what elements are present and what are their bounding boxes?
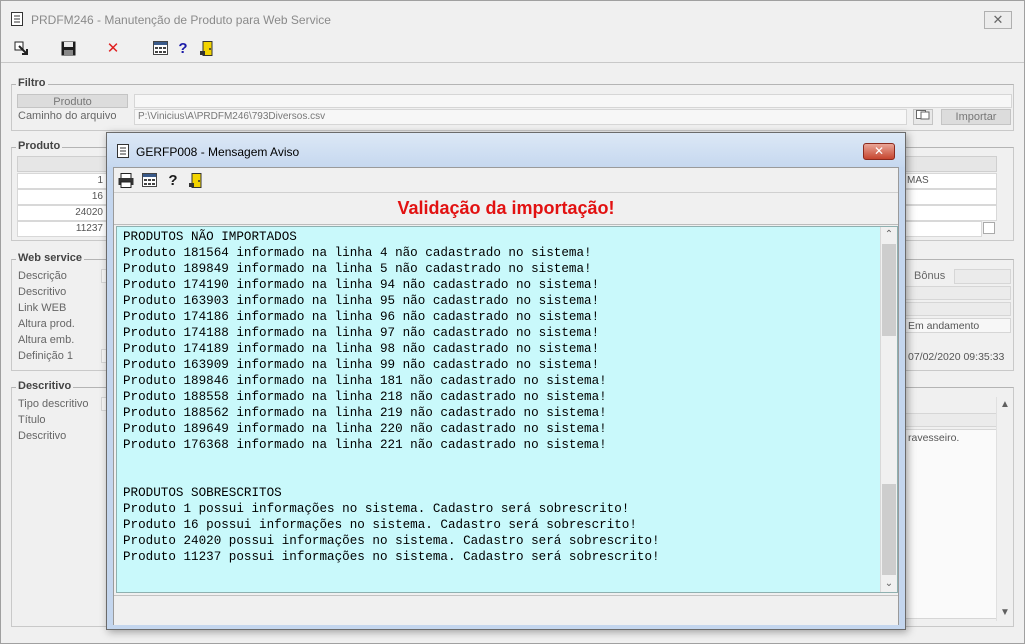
- ws-label-link-web: Link WEB: [18, 302, 67, 314]
- message-line: Produto 189846 informado na linha 181 nã…: [123, 374, 607, 388]
- desc-label-tipo: Tipo descritivo: [18, 398, 89, 410]
- calculator-icon[interactable]: [141, 172, 157, 188]
- main-toolbar: ✕ ?: [1, 34, 1024, 62]
- message-line: Produto 174190 informado na linha 94 não…: [123, 278, 600, 292]
- produto-row-cell[interactable]: 24020: [17, 205, 108, 221]
- help-icon[interactable]: ?: [175, 40, 191, 57]
- message-line: [123, 453, 660, 469]
- ws-field-right-1[interactable]: [904, 286, 1011, 300]
- desc-descritivo-area[interactable]: ravesseiro.: [904, 429, 997, 619]
- ws-label-descritivo: Descritivo: [18, 286, 67, 298]
- ws-status-field[interactable]: Em andamento: [904, 318, 1011, 333]
- dialog-title: GERFP008 - Mensagem Aviso: [136, 145, 300, 159]
- descritivo-scrollbar[interactable]: ▲ ▼: [996, 397, 1013, 621]
- ws-datetime-field: 07/02/2020 09:35:33: [904, 349, 1011, 364]
- exit-arrow-icon[interactable]: [13, 40, 29, 56]
- produto-desc-cell[interactable]: MAS: [904, 173, 997, 189]
- message-line: [123, 469, 660, 485]
- document-icon: [117, 144, 129, 161]
- message-line: Produto 16 possui informações no sistema…: [123, 518, 637, 532]
- ws-label-altura-prod: Altura prod.: [18, 318, 75, 330]
- message-line: Produto 1 possui informações no sistema.…: [123, 502, 630, 516]
- produto-desc-cell-empty[interactable]: [904, 221, 982, 237]
- produto-desc-cell-empty[interactable]: [904, 189, 997, 205]
- dialog-close-button[interactable]: ✕: [863, 143, 895, 160]
- dialog-toolbar: ?: [114, 168, 898, 192]
- save-icon[interactable]: [60, 40, 76, 56]
- main-close-button[interactable]: ✕: [984, 11, 1012, 29]
- bonus-label: Bônus: [914, 270, 946, 282]
- filtro-legend: Filtro: [16, 77, 48, 89]
- caminho-input[interactable]: P:\Vinicius\A\PRDFM246\793Diversos.csv: [134, 109, 907, 125]
- print-icon[interactable]: [118, 172, 134, 188]
- scroll-thumb[interactable]: [882, 244, 896, 336]
- ws-label-altura-emb: Altura emb.: [18, 334, 75, 346]
- caminho-label: Caminho do arquivo: [18, 110, 117, 122]
- message-line: PRODUTOS NÃO IMPORTADOS: [123, 230, 297, 244]
- desc-titulo-field[interactable]: [904, 413, 997, 427]
- scroll-down-arrow-icon[interactable]: ⌄: [881, 576, 897, 592]
- desc-label-titulo: Título: [18, 414, 46, 426]
- message-dialog: GERFP008 - Mensagem Aviso ✕ ? Validação …: [106, 132, 906, 630]
- door-exit-icon[interactable]: [199, 40, 215, 56]
- produto-desc-cell-empty[interactable]: [904, 205, 997, 221]
- message-line: Produto 163903 informado na linha 95 não…: [123, 294, 600, 308]
- message-line: Produto 188558 informado na linha 218 nã…: [123, 390, 607, 404]
- ws-field-right-2[interactable]: [904, 302, 1011, 316]
- dialog-body: ? Validação da importação! PRODUTOS NÃO …: [113, 167, 899, 625]
- produto-checkbox[interactable]: [983, 222, 995, 234]
- descritivo-legend: Descritivo: [16, 380, 74, 392]
- message-line: Produto 24020 possui informações no sist…: [123, 534, 660, 548]
- dialog-heading: Validação da importação!: [114, 192, 898, 225]
- main-title-bar: PRDFM246 - Manutenção de Produto para We…: [1, 1, 1024, 34]
- ws-label-descricao: Descrição: [18, 270, 67, 282]
- browse-file-icon[interactable]: [913, 109, 933, 125]
- calculator-icon[interactable]: [152, 40, 168, 56]
- message-line: Produto 174188 informado na linha 97 não…: [123, 326, 600, 340]
- message-line: Produto 181564 informado na linha 4 não …: [123, 246, 592, 260]
- message-line: Produto 188562 informado na linha 219 nã…: [123, 406, 607, 420]
- message-line: Produto 11237 possui informações no sist…: [123, 550, 660, 564]
- dialog-status-bar: [114, 595, 898, 625]
- produto-row-cell[interactable]: 16: [17, 189, 108, 205]
- scroll-thumb-lower[interactable]: [882, 484, 896, 575]
- ws-label-definicao: Definição 1: [18, 350, 74, 362]
- scroll-up-arrow-icon[interactable]: ▲: [997, 397, 1013, 413]
- scroll-down-arrow-icon[interactable]: ▼: [997, 605, 1013, 621]
- scroll-up-arrow-icon[interactable]: ⌃: [881, 227, 897, 243]
- door-exit-icon[interactable]: [188, 172, 204, 188]
- produto-filter-button[interactable]: Produto: [17, 94, 128, 108]
- help-icon[interactable]: ?: [165, 172, 181, 189]
- desc-label-descritivo: Descritivo: [18, 430, 67, 442]
- message-lines: PRODUTOS NÃO IMPORTADOS Produto 181564 in…: [123, 229, 660, 565]
- message-line: Produto 174186 informado na linha 96 não…: [123, 310, 600, 324]
- message-line: Produto 189849 informado na linha 5 não …: [123, 262, 592, 276]
- produto-row-cell[interactable]: 11237: [17, 221, 108, 237]
- message-line: Produto 176368 informado na linha 221 nã…: [123, 438, 607, 452]
- message-scrollbar[interactable]: ⌃ ⌄: [880, 227, 897, 592]
- document-icon: [11, 12, 23, 29]
- importar-button[interactable]: Importar: [941, 109, 1011, 125]
- message-line: Produto 189649 informado na linha 220 nã…: [123, 422, 607, 436]
- message-line: Produto 163909 informado na linha 99 não…: [123, 358, 600, 372]
- bonus-field[interactable]: [954, 269, 1011, 284]
- message-text-area[interactable]: PRODUTOS NÃO IMPORTADOS Produto 181564 in…: [116, 226, 898, 593]
- produto-legend: Produto: [16, 140, 63, 152]
- delete-icon[interactable]: ✕: [105, 40, 121, 57]
- message-line: Produto 174189 informado na linha 98 não…: [123, 342, 600, 356]
- message-line: PRODUTOS SOBRESCRITOS: [123, 486, 282, 500]
- webservice-legend: Web service: [16, 252, 85, 264]
- toolbar-separator: [1, 62, 1024, 63]
- main-window-title: PRDFM246 - Manutenção de Produto para We…: [31, 13, 331, 27]
- produto-row-cell[interactable]: 1: [17, 173, 108, 189]
- produto-filter-field[interactable]: [134, 94, 1012, 108]
- dialog-title-bar: GERFP008 - Mensagem Aviso ✕: [107, 133, 905, 167]
